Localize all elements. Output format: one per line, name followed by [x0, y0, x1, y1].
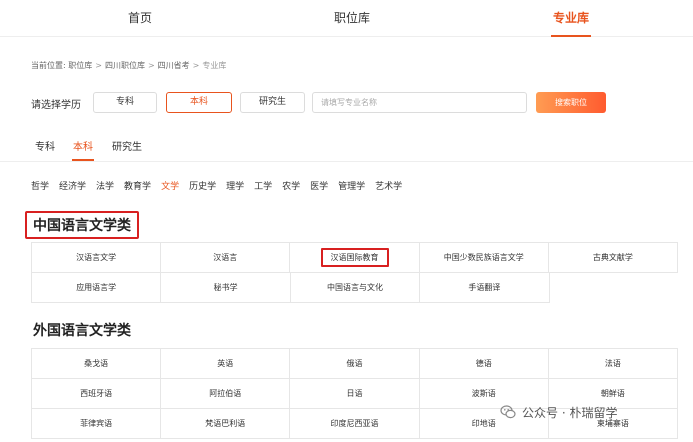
nav-major-library[interactable]: 专业库 — [550, 0, 592, 37]
discipline-arts[interactable]: 艺术学 — [375, 179, 402, 192]
major-cell[interactable]: 手语翻译 — [420, 273, 550, 303]
major-label: 汉语言文学 — [76, 253, 117, 262]
discipline-history[interactable]: 历史学 — [189, 179, 216, 192]
major-cell[interactable]: 中国语言与文化 — [290, 273, 421, 303]
major-cell[interactable]: 应用语言学 — [32, 273, 162, 303]
discipline-economics[interactable]: 经济学 — [59, 179, 86, 192]
discipline-law[interactable]: 法学 — [96, 179, 114, 192]
major-label: 汉语国际教育 — [320, 248, 389, 267]
major-label: 汉语言 — [213, 253, 238, 262]
discipline-management[interactable]: 管理学 — [338, 179, 365, 192]
major-label: 波斯语 — [471, 389, 496, 398]
major-label: 桑戈语 — [84, 359, 109, 368]
major-cell[interactable]: 汉语言 — [161, 243, 291, 273]
major-cell[interactable]: 菲律宾语 — [32, 409, 162, 439]
major-label: 应用语言学 — [76, 283, 117, 292]
major-cell-highlighted[interactable]: 汉语国际教育 — [290, 243, 420, 273]
tab-bachelor[interactable]: 本科 — [72, 138, 94, 161]
major-label: 德语 — [475, 359, 492, 368]
discipline-philosophy[interactable]: 哲学 — [31, 179, 49, 192]
breadcrumb: 当前位置: 职位库 > 四川职位库 > 四川省考 > 专业库 — [31, 60, 226, 71]
breadcrumb-item[interactable]: 四川省考 — [158, 61, 190, 70]
major-cell[interactable]: 俄语 — [290, 349, 420, 379]
tab-postgraduate[interactable]: 研究生 — [112, 138, 142, 153]
watermark-text: 公众号 · 朴瑞留学 — [522, 405, 618, 420]
discipline-agriculture[interactable]: 农学 — [282, 179, 300, 192]
major-label: 阿拉伯语 — [209, 389, 242, 398]
major-cell[interactable]: 德语 — [419, 349, 549, 379]
major-cell[interactable]: 英语 — [161, 349, 291, 379]
tab-junior-college[interactable]: 专科 — [35, 138, 55, 153]
discipline-engineering[interactable]: 工学 — [254, 179, 272, 192]
breadcrumb-item[interactable]: 当前位置: 职位库 — [31, 61, 92, 70]
major-label: 梵语巴利语 — [205, 419, 246, 428]
major-grid-chinese-literature: 汉语言文学 汉语言 汉语国际教育 中国少数民族语言文学 古典文献学 应用语言学 … — [31, 242, 679, 303]
major-cell[interactable]: 西班牙语 — [32, 379, 162, 409]
breadcrumb-separator: > — [147, 61, 155, 70]
breadcrumb-item-current: 专业库 — [202, 61, 227, 70]
major-label: 手语翻译 — [468, 283, 501, 292]
major-cell[interactable]: 秘书学 — [161, 273, 291, 303]
level-tabs: 专科 本科 研究生 — [0, 134, 693, 162]
major-label: 中国语言与文化 — [326, 283, 383, 292]
major-label: 西班牙语 — [80, 389, 113, 398]
education-option-junior-college[interactable]: 专科 — [93, 92, 157, 113]
education-option-postgraduate[interactable]: 研究生 — [240, 92, 305, 113]
top-nav: 首页 职位库 专业库 — [0, 0, 693, 37]
breadcrumb-separator: > — [192, 61, 200, 70]
discipline-literature[interactable]: 文学 — [161, 179, 179, 192]
education-option-bachelor[interactable]: 本科 — [166, 92, 232, 113]
major-cell[interactable]: 中国少数民族语言文学 — [419, 243, 549, 273]
wechat-icon — [500, 405, 516, 419]
discipline-list: 哲学 经济学 法学 教育学 文学 历史学 理学 工学 农学 医学 管理学 艺术学 — [31, 179, 412, 192]
section-title-foreign-literature: 外国语言文学类 — [33, 323, 131, 339]
major-cell[interactable]: 古典文献学 — [548, 243, 679, 273]
major-cell[interactable]: 汉语言文学 — [32, 243, 162, 273]
major-label: 朝鲜语 — [600, 389, 625, 398]
discipline-science[interactable]: 理学 — [226, 179, 244, 192]
breadcrumb-separator: > — [95, 61, 102, 70]
major-label: 法语 — [604, 359, 621, 368]
discipline-education[interactable]: 教育学 — [124, 179, 151, 192]
major-grid-foreign-literature: 桑戈语 英语 俄语 德语 法语 西班牙语 阿拉伯语 日语 波斯语 朝鲜语 菲律宾… — [31, 348, 679, 439]
major-search-input[interactable] — [312, 92, 527, 113]
major-label: 秘书学 — [213, 283, 238, 292]
discipline-medicine[interactable]: 医学 — [310, 179, 328, 192]
major-label: 印地语 — [471, 419, 496, 428]
nav-job-library[interactable]: 职位库 — [334, 0, 370, 37]
major-label: 日语 — [346, 389, 363, 398]
major-label: 俄语 — [346, 359, 363, 368]
major-label: 菲律宾语 — [80, 419, 113, 428]
major-cell[interactable]: 日语 — [290, 379, 420, 409]
major-cell[interactable]: 梵语巴利语 — [161, 409, 291, 439]
major-label: 印度尼西亚语 — [330, 419, 379, 428]
major-label: 古典文献学 — [592, 253, 633, 262]
breadcrumb-item[interactable]: 四川职位库 — [105, 61, 145, 70]
education-label: 请选择学历 — [31, 100, 81, 111]
major-cell[interactable]: 桑戈语 — [32, 349, 162, 379]
section-title-chinese-literature: 中国语言文学类 — [25, 211, 139, 239]
major-label: 英语 — [217, 359, 234, 368]
major-cell[interactable]: 阿拉伯语 — [161, 379, 291, 409]
search-job-button[interactable]: 搜索职位 — [536, 92, 606, 113]
watermark: 公众号 · 朴瑞留学 — [500, 403, 617, 421]
nav-home[interactable]: 首页 — [128, 0, 152, 37]
major-cell[interactable]: 法语 — [548, 349, 679, 379]
major-cell[interactable]: 印度尼西亚语 — [290, 409, 420, 439]
major-label: 中国少数民族语言文学 — [443, 253, 524, 262]
